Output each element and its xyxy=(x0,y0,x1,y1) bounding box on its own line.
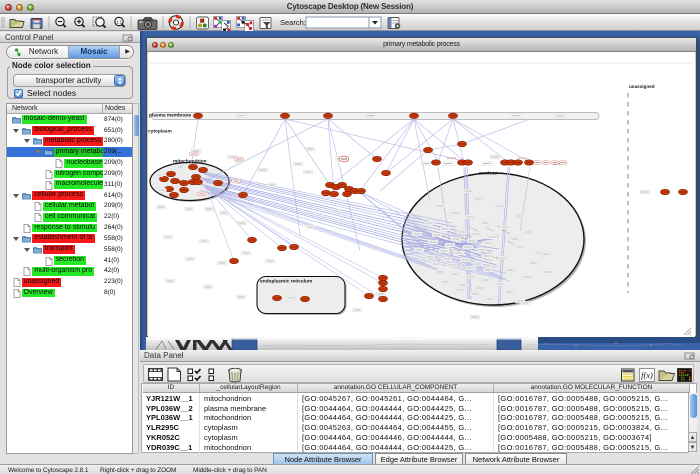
svg-text:endoplasmic reticulum: endoplasmic reticulum xyxy=(260,279,312,285)
svg-text:[nucl-m]: [nucl-m] xyxy=(447,156,457,160)
svg-text:plasma membrane: plasma membrane xyxy=(149,113,191,119)
svg-text:f(x): f(x) xyxy=(641,370,653,380)
svg-text:[nm-x]: [nm-x] xyxy=(553,162,560,166)
svg-text:[nucl-m]: [nucl-m] xyxy=(518,156,528,160)
svg-text:mitochondrion: mitochondrion xyxy=(173,159,207,165)
svg-text:nucleus: nucleus xyxy=(479,171,497,177)
svg-text:cytoplasm: cytoplasm xyxy=(148,129,172,135)
svg-text:1:1: 1:1 xyxy=(116,20,123,25)
svg-text:Search:: Search: xyxy=(280,18,306,27)
svg-text:unassigned: unassigned xyxy=(629,84,655,89)
